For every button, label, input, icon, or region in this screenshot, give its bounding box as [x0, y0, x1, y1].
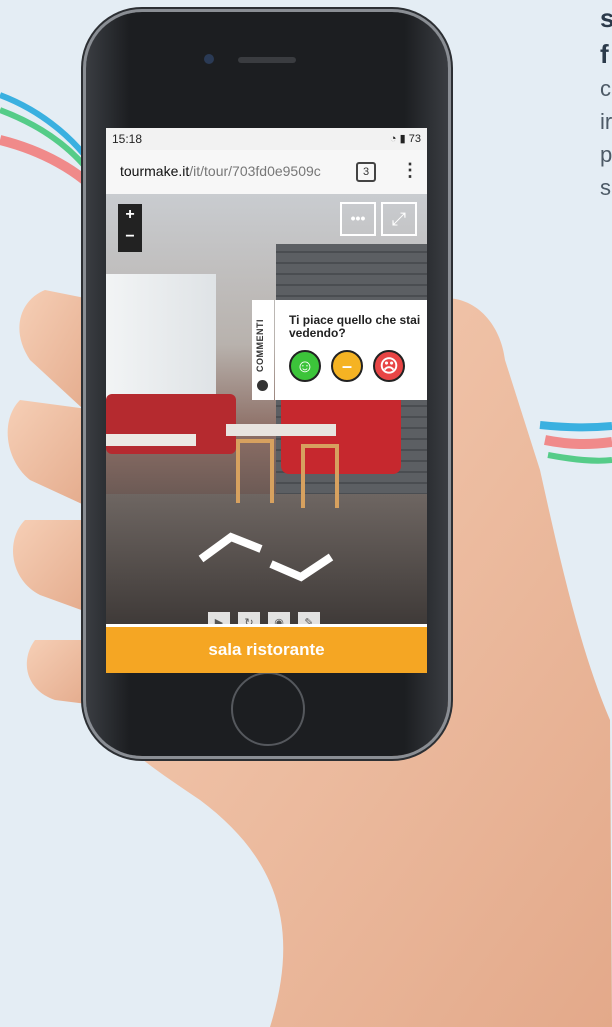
rotate-icon[interactable]: ↻	[238, 612, 260, 624]
sad-face-icon[interactable]: ☹	[373, 350, 405, 382]
room-name-bar[interactable]: sala ristorante	[106, 627, 427, 673]
comment-bubble-icon	[257, 380, 268, 391]
virtual-tour-view[interactable]: + − ••• ⤢ COMMENTI Ti piace quello che s…	[106, 194, 427, 624]
status-icons: ◔ ▮ 73	[390, 132, 421, 145]
eye-icon[interactable]: ◉	[268, 612, 290, 624]
tab-count-button[interactable]: 3	[356, 162, 376, 182]
kebab-menu-icon[interactable]: ⋮	[401, 160, 419, 181]
rating-panel: Ti piace quello che stai vedendo? ☺ – ☹	[275, 300, 427, 400]
more-options-button[interactable]: •••	[340, 202, 376, 236]
zoom-controls: + −	[118, 204, 142, 252]
zoom-in-button[interactable]: +	[118, 204, 142, 226]
chair	[236, 439, 274, 503]
rating-question: Ti piace quello che stai vedendo?	[289, 313, 421, 340]
url-text[interactable]: tourmake.it/it/tour/703fd0e9509c	[120, 163, 344, 179]
status-bar: 15:18 ◔ ▮ 73	[106, 128, 427, 150]
phone-screen: 15:18 ◔ ▮ 73 tourmake.it/it/tour/703fd0e…	[106, 128, 427, 673]
neutral-face-icon[interactable]: –	[331, 350, 363, 382]
fullscreen-icon[interactable]: ⤢	[381, 202, 417, 236]
happy-face-icon[interactable]: ☺	[289, 350, 321, 382]
url-host: tourmake.it	[120, 163, 190, 179]
navigation-arrows-icon[interactable]	[191, 529, 341, 589]
comments-tab-label: COMMENTI	[255, 319, 265, 372]
battery-level: 73	[408, 133, 421, 145]
tour-playback-controls: ▶ ↻ ◉ ✎	[208, 612, 328, 624]
play-icon[interactable]: ▶	[208, 612, 230, 624]
compass-icon[interactable]: ✎	[298, 612, 320, 624]
comments-tab[interactable]: COMMENTI	[252, 300, 274, 400]
table-left	[106, 434, 196, 446]
status-time: 15:18	[112, 132, 143, 146]
chair	[301, 444, 339, 508]
url-path: /it/tour/703fd0e9509c	[189, 163, 321, 179]
front-camera-icon	[204, 54, 214, 64]
zoom-out-button[interactable]: −	[118, 226, 142, 248]
speaker-grille	[238, 57, 296, 63]
signal-icon: ▮	[399, 133, 406, 145]
wifi-icon: ◔	[389, 133, 397, 145]
table-center	[226, 424, 336, 436]
home-button[interactable]	[231, 672, 305, 746]
browser-url-bar[interactable]: tourmake.it/it/tour/703fd0e9509c 3 ⋮	[106, 150, 427, 195]
